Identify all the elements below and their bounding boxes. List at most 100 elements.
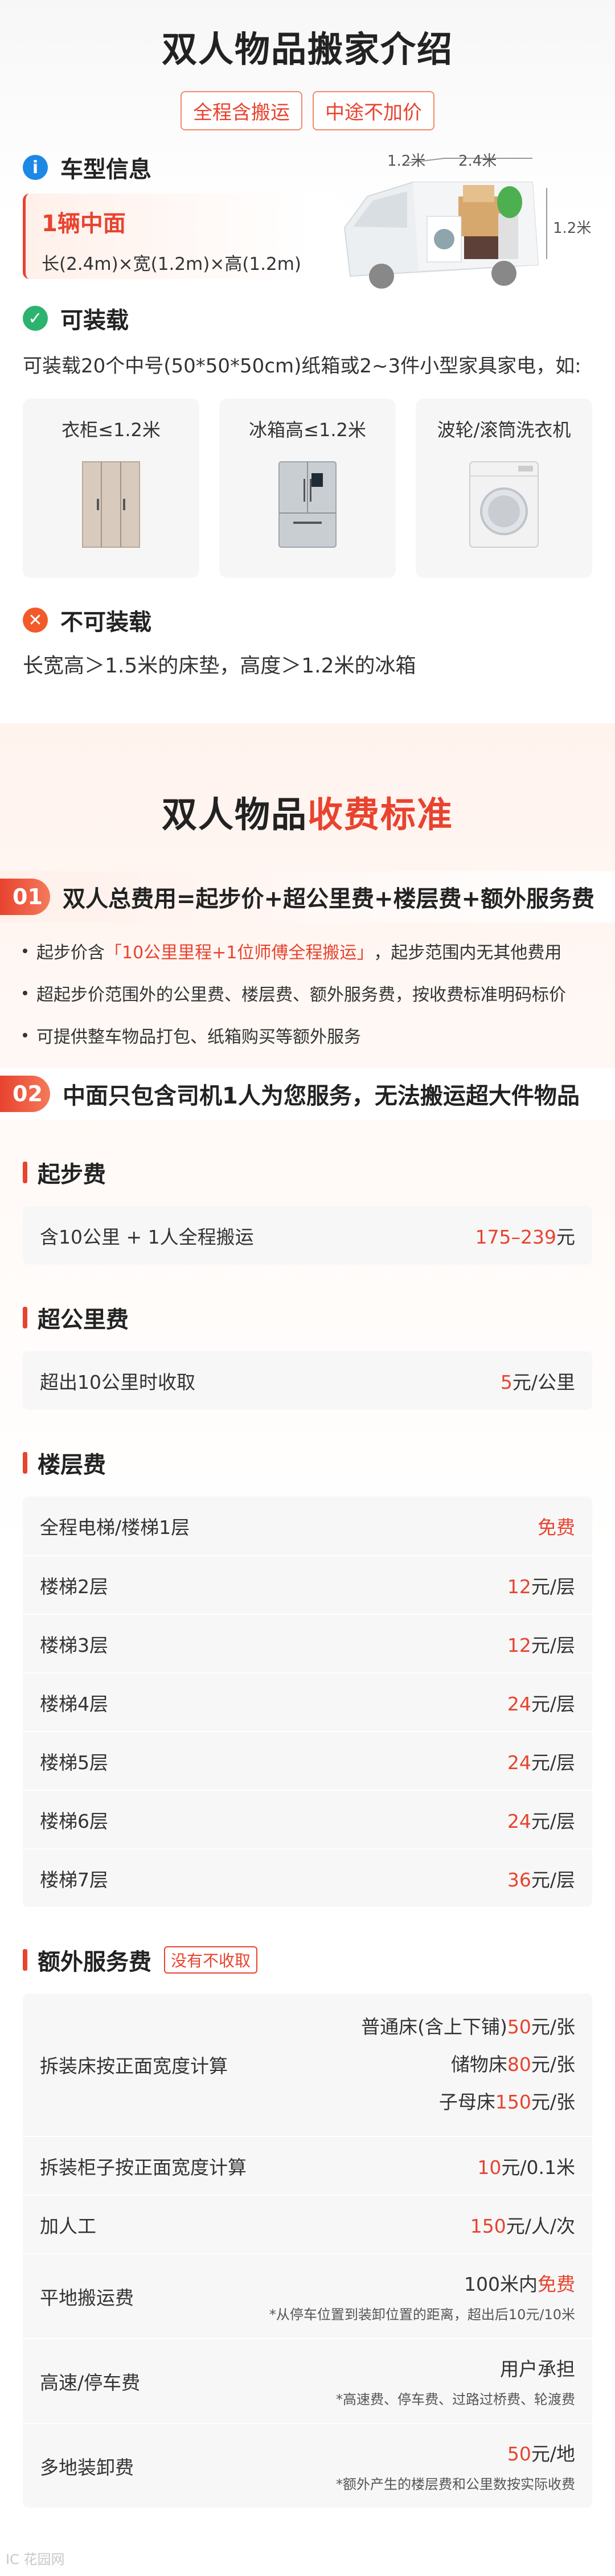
- price-value: 50: [507, 2016, 531, 2038]
- table-row: 拆装柜子按正面宽度计算 10元/0.1米: [23, 2136, 592, 2194]
- price-value: 12: [507, 1634, 531, 1656]
- point-2: 02 中面只包含司机1人为您服务，无法搬运超大件物品: [0, 1068, 615, 1119]
- price-value: 24: [507, 1751, 531, 1774]
- bullet-text: 可提供整车物品打包、纸箱购买等额外服务: [36, 1027, 361, 1047]
- table-row: 楼梯5层 24元/层: [23, 1731, 592, 1790]
- row-price: 12元/层: [507, 1572, 575, 1599]
- row-price: 普通床(含上下铺)50元/张 储物床80元/张 子母床150元/张: [361, 2008, 575, 2121]
- price-unit: 元/公里: [512, 1371, 575, 1393]
- heading-bar: [23, 1162, 27, 1183]
- table-row: 楼梯6层 24元/层: [23, 1790, 592, 1848]
- fees-section: 双人物品收费标准 01 双人总费用=起步价+超公里费+楼层费+额外服务费 起步价…: [0, 723, 615, 2576]
- intro-section: 双人物品搬家介绍 全程含搬运 中途不加价 i 车型信息 1辆中面 长(2.4m)…: [0, 0, 615, 723]
- bullet-text: 超起步价范围外的公里费、楼层费、额外服务费，按收费标准明码标价: [36, 985, 566, 1005]
- price-value: 175–239: [475, 1225, 556, 1248]
- floor-fee-table: 全程电梯/楼梯1层 免费 楼梯2层 12元/层 楼梯3层 12元/层 楼梯4层 …: [23, 1496, 592, 1907]
- item-card-label: 冰箱高≤1.2米: [249, 419, 366, 441]
- table-row: 含10公里 + 1人全程搬运 175–239元: [23, 1206, 592, 1265]
- extra-fee-table: 拆装床按正面宽度计算 普通床(含上下铺)50元/张 储物床80元/张 子母床15…: [23, 1993, 592, 2508]
- base-fee-title: 起步费: [38, 1162, 106, 1188]
- fees-title-highlight: 收费标准: [308, 794, 454, 835]
- price-prefix: 100米内: [464, 2273, 538, 2295]
- point-1-text: 双人总费用=起步价+超公里费+楼层费+额外服务费: [63, 886, 595, 912]
- floor-fee-heading: 楼层费: [23, 1446, 615, 1479]
- model-card: 1辆中面 长(2.4m)×宽(1.2m)×高(1.2m): [23, 194, 342, 279]
- price-unit: 元/层: [531, 1575, 575, 1598]
- fees-title: 双人物品收费标准: [0, 786, 615, 837]
- item-card-washer: 波轮/滚筒洗衣机: [416, 399, 592, 578]
- price-value: 用户承担: [500, 2358, 575, 2380]
- point-2-text: 中面只包含司机1人为您服务，无法搬运超大件物品: [63, 1083, 580, 1109]
- mileage-fee-table: 超出10公里时收取 5元/公里: [23, 1351, 592, 1410]
- price-unit: 元/层: [531, 1692, 575, 1715]
- bullet-item: 可提供整车物品打包、纸箱购买等额外服务: [23, 1023, 592, 1048]
- price-unit: 元/地: [531, 2443, 575, 2465]
- watermark: IC 花园网: [6, 2552, 65, 2567]
- item-card-label: 波轮/滚筒洗衣机: [437, 419, 571, 441]
- table-row: 多地装卸费 50元/地 *额外产生的楼层费和公里数按实际收费: [23, 2423, 592, 2508]
- van-height-label: 1.2米: [553, 220, 592, 237]
- model-info-heading: i 车型信息: [23, 151, 151, 184]
- cannot-load-heading: ✕ 不可装载: [23, 604, 151, 637]
- price-unit: 元/层: [531, 1634, 575, 1656]
- base-fee-table: 含10公里 + 1人全程搬运 175–239元: [23, 1206, 592, 1265]
- cannot-load-desc: 长宽高＞1.5米的床垫，高度＞1.2米的冰箱: [23, 654, 416, 678]
- cross-icon: ✕: [23, 608, 48, 633]
- heading-bar: [23, 1307, 27, 1328]
- price-prefix: 储物床: [450, 2053, 507, 2075]
- point-1-number: 01: [0, 879, 50, 915]
- row-label: 楼梯2层: [40, 1575, 108, 1598]
- pill-no-extra-charge: 中途不加价: [313, 91, 434, 130]
- row-label: 楼梯4层: [40, 1692, 108, 1715]
- fridge-icon: [278, 461, 337, 548]
- row-label: 平地搬运费: [40, 2286, 134, 2309]
- price-unit: 元/张: [531, 2091, 575, 2113]
- table-row: 超出10公里时收取 5元/公里: [23, 1351, 592, 1410]
- price-value: 12: [507, 1575, 531, 1598]
- table-row: 楼梯2层 12元/层: [23, 1555, 592, 1614]
- can-load-heading: ✓ 可装载: [23, 302, 129, 335]
- row-price: 免费: [538, 1512, 575, 1540]
- item-card-wardrobe: 衣柜≤1.2米: [23, 399, 199, 578]
- price-value: 免费: [538, 1516, 575, 1539]
- price-value: 80: [507, 2053, 531, 2075]
- bullet-dot: [23, 949, 27, 953]
- mileage-fee-title: 超公里费: [38, 1307, 129, 1333]
- row-price: 50元/地 *额外产生的楼层费和公里数按实际收费: [336, 2439, 575, 2493]
- table-row: 平地搬运费 100米内免费 *从停车位置到装卸位置的距离，超出后10元/10米: [23, 2253, 592, 2338]
- row-label: 楼梯7层: [40, 1868, 108, 1891]
- row-price: 24元/层: [507, 1689, 575, 1716]
- row-label: 超出10公里时收取: [40, 1371, 195, 1393]
- row-label: 多地装卸费: [40, 2456, 134, 2479]
- price-line: 普通床(含上下铺)50元/张: [361, 2008, 575, 2046]
- row-price: 5元/公里: [501, 1367, 575, 1394]
- price-unit: 元/张: [531, 2053, 575, 2075]
- price-value: 免费: [538, 2273, 575, 2295]
- table-row: 拆装床按正面宽度计算 普通床(含上下铺)50元/张 储物床80元/张 子母床15…: [23, 1993, 592, 2136]
- row-price: 24元/层: [507, 1806, 575, 1833]
- row-price: 用户承担 *高速费、停车费、过路过桥费、轮渡费: [336, 2354, 575, 2408]
- row-price: 36元/层: [507, 1865, 575, 1892]
- price-line: 储物床80元/张: [361, 2046, 575, 2083]
- page: 双人物品搬家介绍 全程含搬运 中途不加价 i 车型信息 1辆中面 长(2.4m)…: [0, 0, 615, 2576]
- table-row: 楼梯3层 12元/层: [23, 1614, 592, 1672]
- bullet-item: 起步价含 「10公里里程+1位师傅全程搬运」 ，起步范围内无其他费用: [23, 938, 592, 963]
- table-row: 楼梯4层 24元/层: [23, 1672, 592, 1731]
- base-fee-heading: 起步费: [23, 1156, 615, 1189]
- point-1-bullets: 起步价含 「10公里里程+1位师傅全程搬运」 ，起步范围内无其他费用 超起步价范围外…: [23, 938, 592, 1048]
- item-cards: 衣柜≤1.2米 冰箱高≤1.2米 波轮/滚筒洗衣机: [23, 399, 592, 578]
- price-value: 50: [507, 2443, 531, 2465]
- price-unit: 元/人/次: [506, 2214, 575, 2237]
- row-label: 全程电梯/楼梯1层: [40, 1516, 190, 1539]
- bullet-text: 起步价含: [36, 943, 105, 963]
- intro-pills: 全程含搬运 中途不加价: [0, 91, 615, 130]
- row-note: *高速费、停车费、过路过桥费、轮渡费: [336, 2392, 575, 2407]
- row-label: 楼梯3层: [40, 1634, 108, 1656]
- price-unit: 元/层: [531, 1810, 575, 1832]
- price-prefix: 子母床: [438, 2091, 495, 2113]
- bullet-dot: [23, 991, 27, 995]
- floor-fee-title: 楼层费: [38, 1452, 106, 1478]
- item-card-label: 衣柜≤1.2米: [62, 419, 161, 441]
- row-label: 高速/停车费: [40, 2371, 141, 2394]
- table-row: 高速/停车费 用户承担 *高速费、停车费、过路过桥费、轮渡费: [23, 2338, 592, 2423]
